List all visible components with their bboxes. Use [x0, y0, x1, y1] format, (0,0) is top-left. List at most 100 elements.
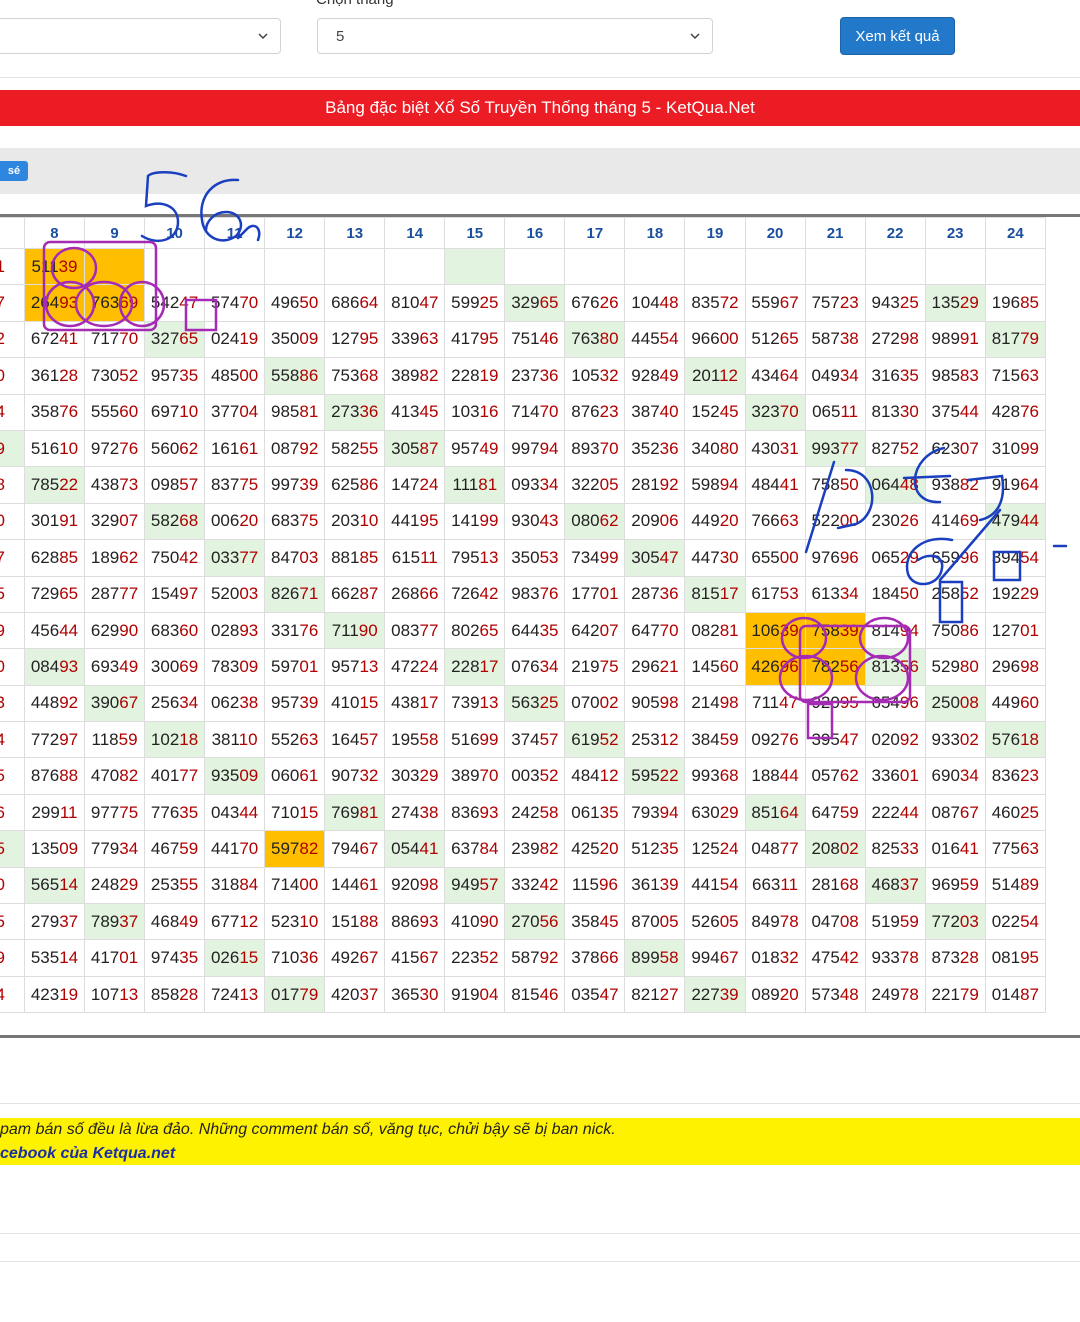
result-tail-digits: 81: [359, 802, 379, 822]
result-cell: 32907: [83, 502, 146, 541]
result-number: 22352: [451, 948, 499, 968]
result-number: 28192: [631, 475, 679, 495]
result-tail-digits: 05: [599, 475, 619, 495]
number-toggle-button[interactable]: sé: [0, 161, 28, 181]
result-cell: 51235: [624, 830, 686, 868]
result-cell: 57470: [204, 284, 266, 322]
result-cell: 01487: [984, 975, 1047, 1014]
result-cell: 27937: [23, 903, 86, 941]
result-number: 90732: [331, 766, 379, 786]
result-tail-digits: 12: [719, 365, 738, 385]
result-cell: 62885: [23, 539, 86, 577]
month-select[interactable]: 5: [317, 18, 713, 54]
result-cell: 23982: [504, 830, 566, 868]
result-cell: 69034: [924, 757, 986, 795]
result-number: 92849: [631, 365, 679, 385]
result-cell: 25852: [924, 575, 986, 613]
result-tail-digits: 47: [0, 293, 5, 313]
result-tail-digits: 78: [779, 911, 799, 931]
result-number: 81779: [991, 329, 1039, 349]
result-tail-digits: 99: [1020, 438, 1039, 458]
result-cell: 48441: [744, 466, 806, 504]
result-tail-digits: 55: [0, 766, 5, 786]
result-number: 82: [0, 329, 5, 348]
result-cell: 71470: [504, 393, 566, 431]
day-header: 13: [324, 217, 386, 249]
result-number: 51610: [30, 438, 79, 458]
result-number: 94957: [451, 875, 499, 895]
result-cell: 19558: [384, 721, 446, 759]
result-cell: 96959: [924, 866, 986, 905]
result-cell: 68360: [144, 611, 206, 650]
result-number: 37866: [571, 948, 619, 968]
result-cell: 92849: [624, 357, 686, 395]
result-cell: 40177: [144, 757, 206, 795]
result-number: 18450: [871, 584, 919, 604]
result-tail-digits: 77: [179, 766, 199, 786]
result-tail-digits: 66: [0, 802, 5, 822]
result-cell: 31099: [984, 429, 1047, 468]
result-tail-digits: 88: [359, 911, 379, 931]
result-cell: 81047: [384, 284, 446, 322]
result-tail-digits: 23: [839, 293, 859, 313]
result-cell: 41090: [444, 903, 506, 941]
result-tail-digits: 47: [659, 547, 679, 567]
result-cell: 90598: [624, 684, 686, 723]
result-number: 24258: [511, 802, 559, 822]
result-cell: 30: [0, 357, 25, 395]
result-number: 52003: [210, 584, 259, 604]
result-tail-digits: 12: [239, 911, 259, 931]
table-row: 10 30191 32907 58268 00620 68375 20310 44195 141…: [0, 502, 1047, 541]
result-cell: 45644: [23, 611, 86, 650]
result-cell: 18962: [83, 539, 146, 577]
result-cell: 29698: [984, 648, 1047, 686]
result-number: 65496: [871, 693, 919, 713]
result-cell: 22817: [444, 648, 506, 686]
day-header: [0, 217, 25, 249]
result-cell: [384, 247, 446, 286]
result-cell: 28777: [83, 575, 146, 613]
result-number: 67241: [30, 329, 79, 349]
result-number: 56325: [511, 693, 559, 713]
result-number: 27056: [511, 911, 559, 931]
result-cell: 24258: [504, 793, 566, 832]
result-cell: 95713: [324, 648, 386, 686]
result-cell: 27438: [384, 793, 446, 832]
result-cell: 41345: [384, 393, 446, 431]
result-tail-digits: 57: [479, 875, 499, 895]
result-number: 23736: [511, 365, 559, 385]
result-number: 98376: [511, 584, 559, 604]
year-select[interactable]: [0, 18, 281, 54]
facebook-link[interactable]: cebook của Ketqua.net: [0, 1145, 175, 1163]
result-tail-digits: 37: [359, 984, 379, 1004]
result-cell: 36128: [23, 357, 86, 395]
result-number: 95735: [150, 365, 199, 385]
result-number: 47224: [391, 656, 439, 676]
result-tail-digits: 59: [899, 911, 919, 931]
result-tail-digits: 41: [779, 475, 799, 495]
result-tail-digits: 20: [599, 838, 619, 858]
result-number: 81047: [391, 293, 439, 313]
result-tail-digits: 52: [119, 365, 139, 385]
result-number: 38982: [391, 365, 439, 385]
result-number: 67712: [210, 911, 259, 931]
result-number: 40: [0, 875, 5, 894]
result-cell: 91964: [984, 466, 1047, 504]
result-number: 78522: [30, 475, 79, 495]
result-tail-digits: 60: [119, 402, 139, 422]
result-number: 26866: [391, 584, 439, 604]
result-number: 66: [0, 803, 5, 822]
result-cell: 75146: [504, 320, 566, 359]
result-tail-digits: 85: [59, 547, 79, 567]
result-number: 83775: [210, 475, 259, 495]
result-tail-digits: 16: [479, 402, 499, 422]
result-tail-digits: 80: [959, 656, 979, 676]
table-row: 01 51139: [0, 247, 1047, 286]
view-results-button[interactable]: Xem kết quả: [840, 17, 955, 55]
result-cell: 76663: [744, 502, 806, 541]
result-cell: 42037: [324, 975, 386, 1014]
result-cell: 14: [0, 721, 25, 759]
result-cell: 01: [0, 247, 25, 286]
result-number: 36128: [30, 365, 79, 385]
result-tail-digits: 35: [179, 948, 199, 968]
